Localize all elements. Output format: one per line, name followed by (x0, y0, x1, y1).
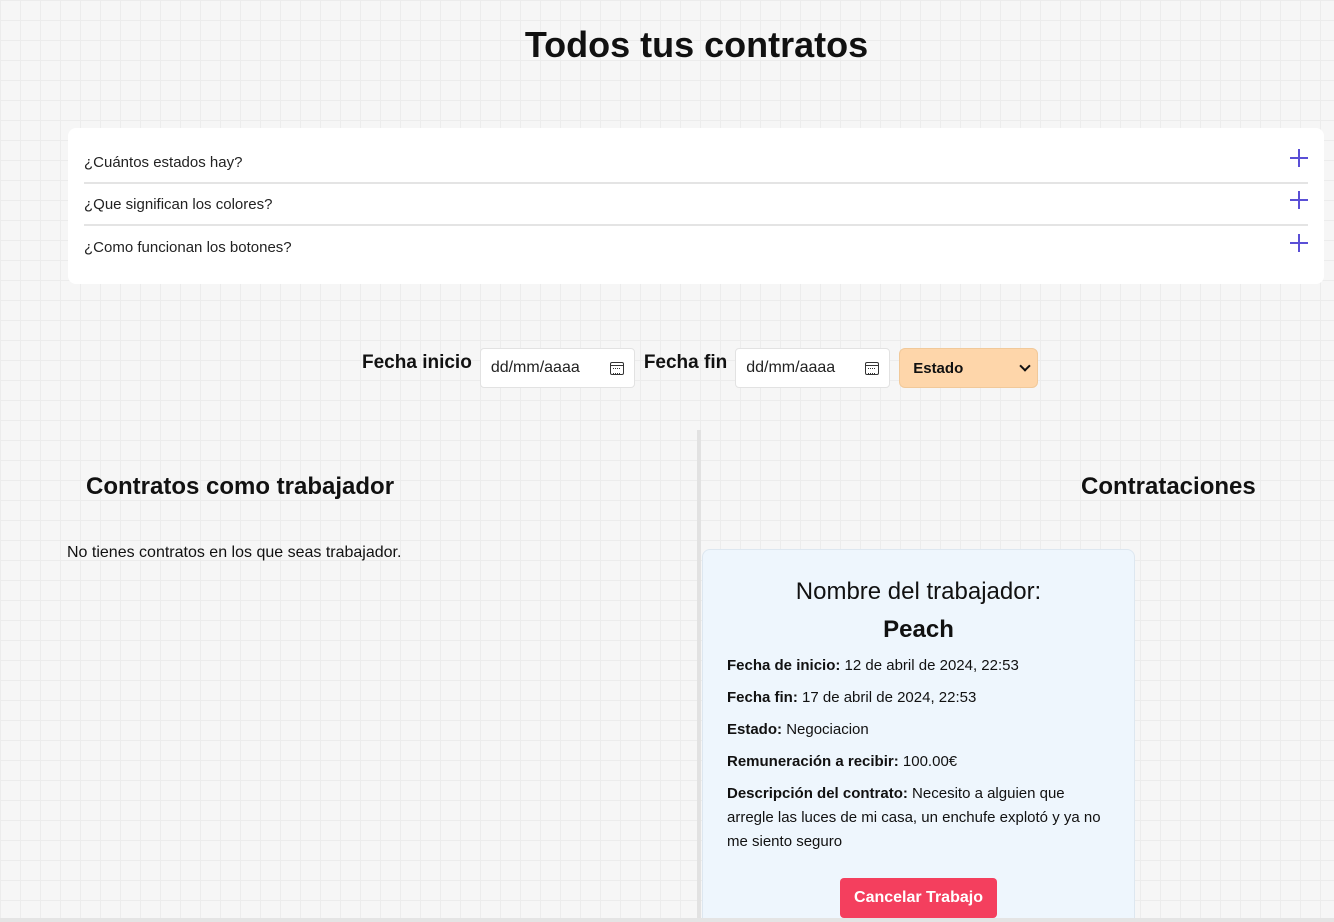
contract-card: Nombre del trabajador: Peach Fecha de in… (702, 549, 1135, 922)
faq-question: ¿Como funcionan los botones? (84, 238, 292, 256)
chevron-down-icon (1019, 360, 1031, 372)
worker-name-heading: Nombre del trabajador: (795, 578, 1042, 605)
pay-field: Remuneración a recibir: 100.00€ (727, 750, 1110, 774)
field-value: 100.00€ (902, 753, 958, 770)
end-date-placeholder: dd/mm/aaaa (746, 359, 836, 376)
field-value: 12 de abril de 2024, 22:53 (844, 657, 1019, 674)
faq-question: ¿Cuántos estados hay? (84, 153, 243, 171)
plus-icon[interactable] (1290, 149, 1308, 167)
end-date-label: Fecha fin (643, 352, 728, 373)
status-field: Estado: Negociacion (727, 718, 1110, 742)
empty-worker-contracts-message: No tienes contratos en los que seas trab… (67, 544, 402, 561)
calendar-icon[interactable] (865, 361, 880, 375)
worker-contracts-title: Contratos como trabajador (86, 473, 395, 500)
faq-item-estados[interactable]: ¿Cuántos estados hay? (84, 142, 1308, 184)
faq-item-botones[interactable]: ¿Como funcionan los botones? (84, 226, 1308, 268)
estado-select-value: Estado (913, 359, 964, 377)
start-date-placeholder: dd/mm/aaaa (490, 359, 580, 376)
field-label: Descripción del contrato: (727, 785, 913, 802)
worker-name: Peach (883, 616, 954, 643)
faq-item-colores[interactable]: ¿Que significan los colores? (84, 184, 1308, 226)
field-label: Estado: (727, 721, 787, 738)
end-date-input[interactable]: dd/mm/aaaa (735, 348, 891, 388)
field-value: 17 de abril de 2024, 22:53 (802, 689, 977, 706)
field-value: Negociacion (786, 721, 869, 738)
faq-accordion: ¿Cuántos estados hay? ¿Que significan lo… (68, 128, 1324, 284)
cancel-job-button[interactable]: Cancelar Trabajo (840, 878, 997, 918)
bottom-border (0, 918, 1334, 922)
calendar-icon[interactable] (609, 361, 624, 375)
column-divider (697, 430, 701, 922)
end-date-field: Fecha fin: 17 de abril de 2024, 22:53 (727, 686, 1110, 710)
faq-question: ¿Que significan los colores? (84, 195, 273, 213)
filters-bar: Fecha inicio dd/mm/aaaa Fecha fin dd/mm/… (362, 348, 1039, 388)
start-date-label: Fecha inicio (362, 352, 472, 373)
plus-icon[interactable] (1290, 234, 1308, 252)
plus-icon[interactable] (1290, 191, 1308, 209)
field-label: Fecha de inicio: (727, 657, 845, 674)
start-date-input[interactable]: dd/mm/aaaa (479, 348, 635, 388)
description-field: Descripción del contrato: Necesito a alg… (727, 782, 1110, 854)
field-label: Remuneración a recibir: (727, 753, 903, 770)
page-title: Todos tus contratos (524, 24, 869, 65)
start-date-field: Fecha de inicio: 12 de abril de 2024, 22… (727, 654, 1110, 678)
hirings-title: Contrataciones (1081, 473, 1256, 500)
field-label: Fecha fin: (727, 689, 803, 706)
estado-select[interactable]: Estado (899, 348, 1039, 388)
